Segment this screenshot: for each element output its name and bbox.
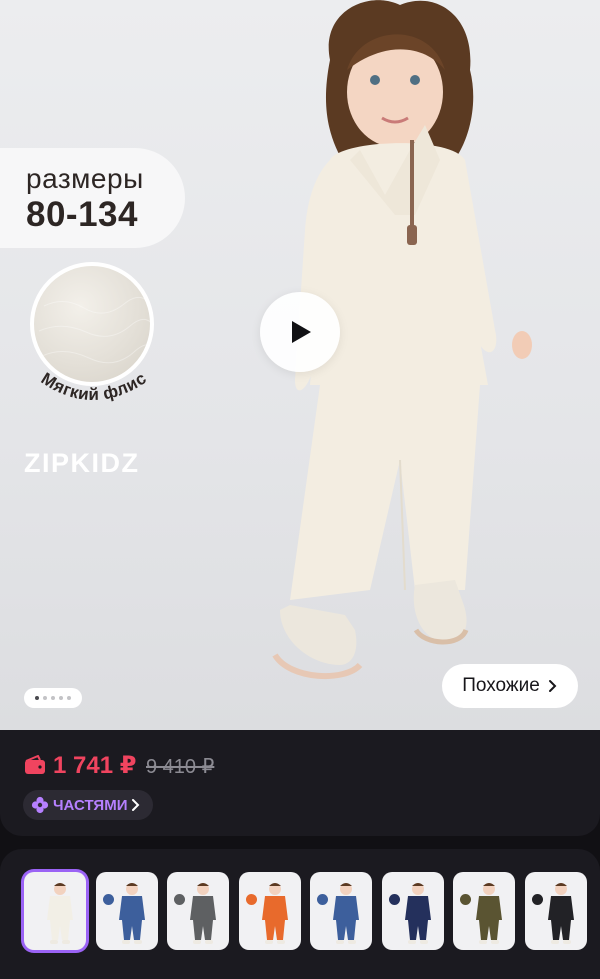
variant-photo [118, 883, 145, 944]
variant-thumbnail[interactable] [238, 872, 301, 950]
slide-indicator [24, 688, 82, 708]
similar-label: Похожие [462, 675, 540, 696]
variant-thumbnail[interactable] [453, 872, 515, 950]
variant-color-swatch [388, 894, 400, 905]
variant-thumbnail[interactable] [524, 872, 587, 950]
variant-photo [47, 883, 73, 944]
variant-photo [476, 883, 502, 944]
slide-dot [35, 696, 39, 700]
brand-logo: ZIPKIDZ [24, 448, 140, 478]
chevron-right-icon [132, 799, 140, 811]
slide-dot [67, 696, 71, 700]
variant-photo [333, 883, 359, 944]
variant-thumbnail[interactable] [381, 872, 444, 950]
price-section [0, 730, 600, 836]
similar-products-button[interactable]: Похожие [442, 664, 578, 708]
variant-thumbnail[interactable] [24, 872, 86, 950]
variant-color-swatch [317, 894, 328, 905]
variant-photo [190, 883, 216, 944]
variant-thumbnail[interactable] [310, 872, 372, 950]
variant-photo [404, 883, 431, 944]
product-media[interactable]: размеры 80-134 Мягкий флис ZIPKIDZ Похож… [0, 0, 600, 730]
current-price: 1 741 ₽ [53, 752, 137, 779]
variant-color-swatch [174, 894, 185, 905]
svg-text:Мягкий флис: Мягкий флис [38, 368, 150, 404]
variant-thumbnail[interactable] [95, 872, 158, 950]
clover-icon [31, 796, 49, 814]
pay-in-parts-button[interactable]: ЧАСТЯМИ [23, 790, 154, 820]
slide-dot [59, 696, 63, 700]
sizes-label: размеры [26, 163, 144, 194]
slide-dot [43, 696, 47, 700]
pay-in-parts-label: ЧАСТЯМИ [53, 796, 128, 814]
chevron-right-icon [548, 680, 557, 692]
wallet-icon [25, 755, 45, 774]
slide-dot [51, 696, 55, 700]
variant-color-swatch [245, 894, 257, 905]
variant-photo [547, 883, 574, 944]
fleece-label: Мягкий флис [38, 368, 150, 404]
variant-color-swatch [460, 894, 471, 905]
variant-color-swatch [531, 894, 543, 905]
variant-photo [261, 883, 288, 944]
play-icon [292, 321, 311, 343]
variant-thumbnail[interactable] [167, 872, 229, 950]
sizes-value: 80-134 [26, 195, 138, 234]
variant-color-swatch [102, 894, 114, 905]
play-video-button[interactable] [260, 292, 340, 372]
old-price: 9 410 ₽ [146, 756, 215, 778]
